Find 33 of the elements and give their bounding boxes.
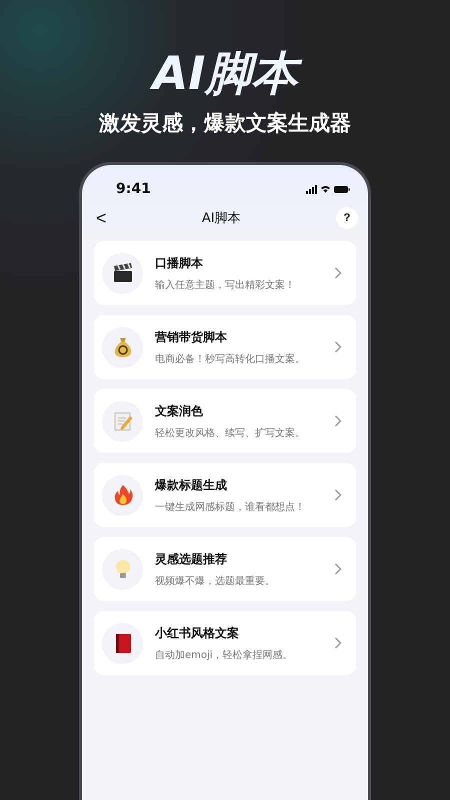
headline: AI脚本: [144, 44, 306, 102]
back-button[interactable]: <: [96, 208, 107, 228]
card-description: 自动加emoji，轻松拿捏网感。: [155, 648, 294, 662]
help-button[interactable]: ?: [336, 207, 358, 229]
chevron-right-icon: [334, 415, 342, 427]
card-description: 电商必备！秒写高转化口播文案。: [155, 352, 306, 366]
script-card[interactable]: 文案润色 轻松更改风格、续写、扩写文案。: [94, 389, 356, 453]
card-description: 轻松更改风格、续写、扩写文案。: [155, 426, 306, 440]
card-description: 一键生成网感标题，谁看都想点！: [155, 500, 306, 514]
chevron-right-icon: [334, 563, 342, 575]
card-description: 视频爆不爆，选题最重要。: [155, 574, 276, 588]
card-title: 文案润色: [155, 402, 204, 420]
card-title: 营销带货脚本: [155, 328, 228, 346]
card-title: 小红书风格文案: [155, 624, 240, 642]
script-card[interactable]: 口播脚本 输入任意主题，写出精彩文案！: [94, 241, 356, 305]
tagline: 激发灵感，爆款文案生成器: [99, 110, 351, 137]
script-card[interactable]: 小红书风格文案 自动加emoji，轻松拿捏网感。: [94, 611, 356, 675]
script-card[interactable]: 营销带货脚本 电商必备！秒写高转化口播文案。: [94, 315, 356, 379]
status-time: 9:41: [116, 181, 151, 197]
card-title: 口播脚本: [155, 254, 204, 272]
screen-title: AI脚本: [202, 210, 241, 227]
memo-pencil-icon: [112, 410, 134, 432]
card-title: 爆款标题生成: [155, 476, 228, 494]
card-description: 输入任意主题，写出精彩文案！: [155, 278, 296, 292]
chevron-right-icon: [334, 341, 342, 353]
card-title: 灵感选题推荐: [155, 550, 228, 568]
status-icons: [306, 184, 350, 194]
chevron-right-icon: [334, 489, 342, 501]
script-card[interactable]: 爆款标题生成 一键生成网感标题，谁看都想点！: [94, 463, 356, 527]
chevron-right-icon: [334, 637, 342, 649]
clapperboard-icon: [112, 262, 134, 284]
script-card[interactable]: 灵感选题推荐 视频爆不爆，选题最重要。: [94, 537, 356, 601]
chevron-right-icon: [334, 267, 342, 279]
